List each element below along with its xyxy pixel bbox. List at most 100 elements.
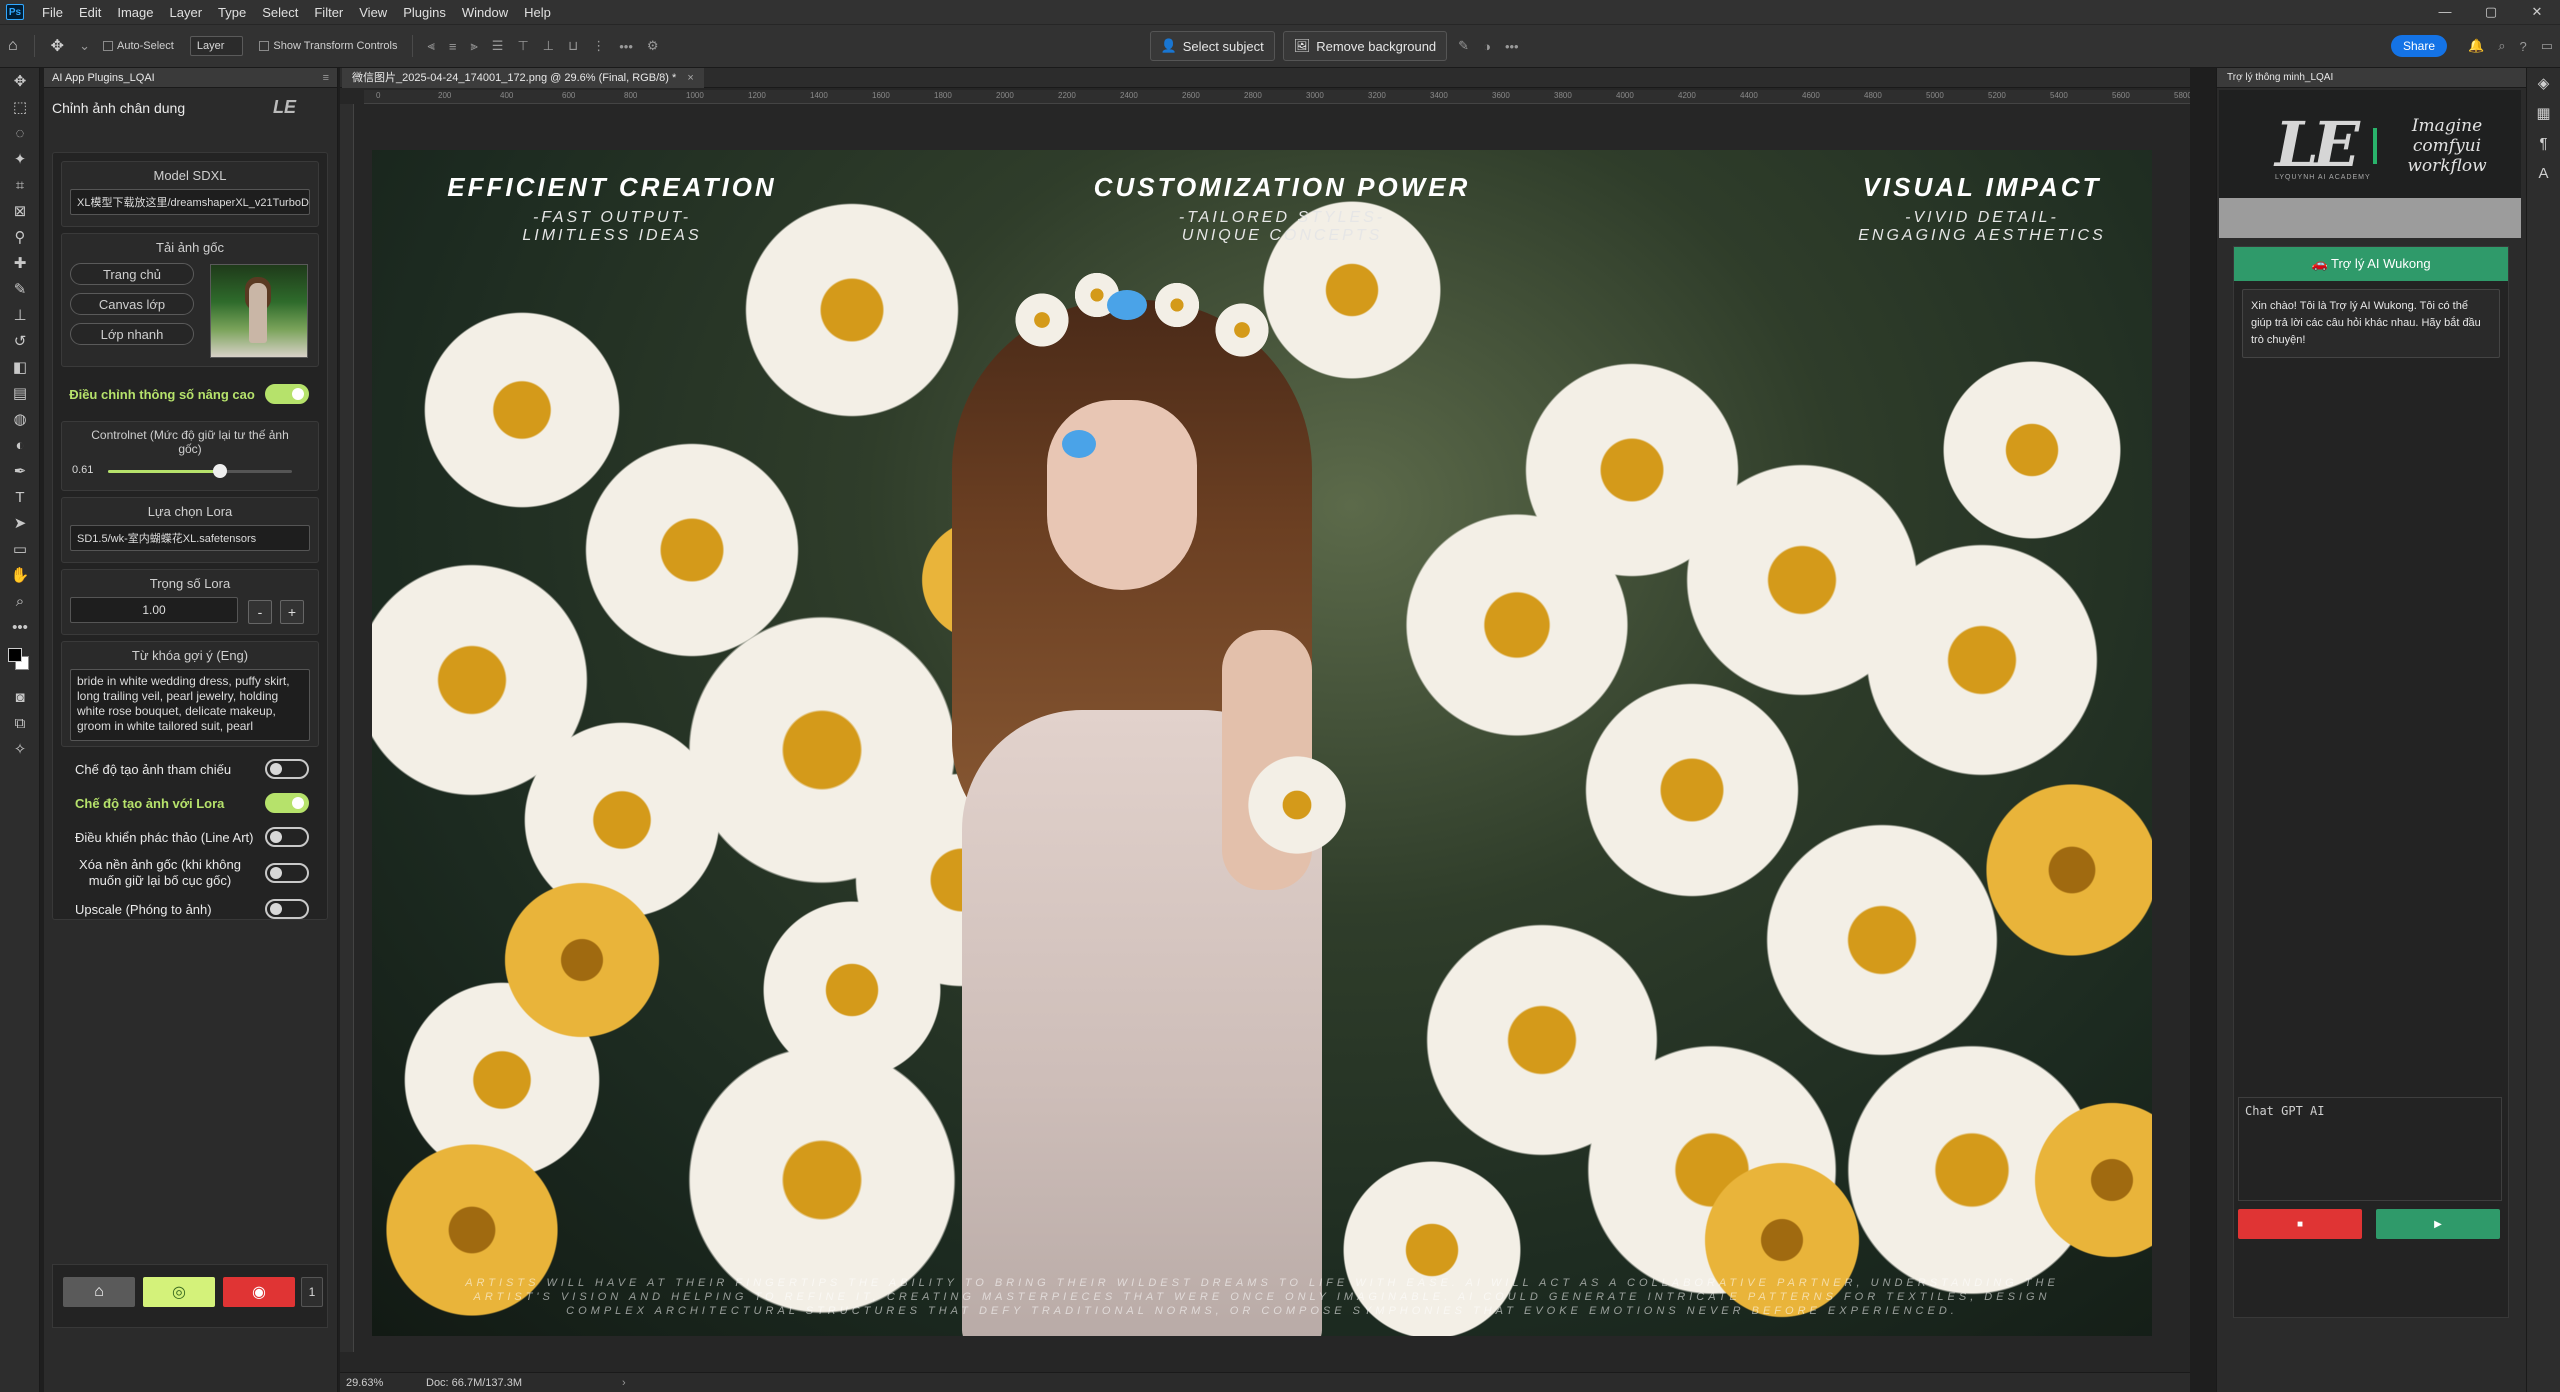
toggle-row-reference[interactable]: Chế độ tạo ảnh tham chiếu — [61, 753, 319, 785]
lora-toggle[interactable] — [265, 793, 309, 813]
chat-stop-button[interactable]: ■ — [2238, 1209, 2362, 1239]
pen-tool-icon[interactable]: ✒ — [0, 458, 40, 484]
foreground-color-swatch[interactable] — [8, 648, 22, 662]
menu-file[interactable]: File — [34, 5, 71, 20]
transform-controls-checkbox[interactable]: Show Transform Controls — [259, 40, 398, 52]
lineart-toggle[interactable] — [265, 827, 309, 847]
eyedropper-tool-icon[interactable]: ⚲ — [0, 224, 40, 250]
chevron-down-icon[interactable]: ⌄ — [79, 38, 90, 54]
share-button[interactable]: Share — [2390, 35, 2447, 57]
maximize-icon[interactable]: ▢ — [2468, 4, 2514, 20]
select-subject-button[interactable]: 👤 Select subject — [1149, 31, 1275, 61]
prompt-textarea[interactable]: bride in white wedding dress, puffy skir… — [70, 669, 310, 741]
menu-plugins[interactable]: Plugins — [395, 5, 454, 20]
align-middle-icon[interactable]: ⊥ — [543, 38, 554, 54]
type-tool-icon[interactable]: T — [0, 484, 40, 510]
align-center-icon[interactable]: ≡ — [449, 39, 457, 54]
vertical-ruler[interactable] — [340, 104, 354, 1352]
blur-tool-icon[interactable]: ◍ — [0, 406, 40, 432]
menu-help[interactable]: Help — [516, 5, 559, 20]
healing-tool-icon[interactable]: ✚ — [0, 250, 40, 276]
quick-mask-icon[interactable]: ◙ — [0, 684, 40, 710]
plugin-tab[interactable]: AI App Plugins_LQAI ≡ — [44, 68, 337, 88]
reference-toggle[interactable] — [265, 759, 309, 779]
move-tool-icon[interactable]: ✥ — [51, 36, 64, 56]
advanced-toggle-row[interactable]: Điều chỉnh thông số nâng cao — [61, 373, 319, 415]
checkbox-box[interactable] — [102, 41, 113, 51]
close-icon[interactable]: × — [687, 72, 693, 84]
lasso-tool-icon[interactable]: ◌ — [0, 120, 40, 146]
gradient-tool-icon[interactable]: ▤ — [0, 380, 40, 406]
chevron-right-icon[interactable]: › — [622, 1377, 626, 1389]
frame-tool-icon[interactable]: ⊠ — [0, 198, 40, 224]
layers-icon[interactable]: ◈ — [2527, 68, 2560, 98]
more-options-icon[interactable]: ••• — [619, 39, 633, 54]
panel-menu-icon[interactable]: ≡ — [323, 72, 329, 84]
color-swatches[interactable] — [0, 640, 39, 684]
generative-icon[interactable]: ✧ — [0, 736, 40, 762]
help-icon[interactable]: ? — [2519, 39, 2526, 54]
shape-tool-icon[interactable]: ▭ — [0, 536, 40, 562]
workspace-icon[interactable]: ▭ — [2541, 38, 2553, 54]
eraser-tool-icon[interactable]: ◧ — [0, 354, 40, 380]
crop-tool-icon[interactable]: ⌗ — [0, 172, 40, 198]
remove-bg-toggle[interactable] — [265, 863, 309, 883]
controlnet-slider[interactable] — [108, 464, 292, 478]
quick-select-tool-icon[interactable]: ✦ — [0, 146, 40, 172]
home-button[interactable]: Trang chủ — [70, 263, 194, 285]
brush-icon[interactable]: ✎ — [1458, 38, 1469, 54]
align-bottom-icon[interactable]: ⊔ — [568, 38, 578, 54]
checkbox-box[interactable] — [259, 41, 270, 51]
lora-weight-input[interactable]: 1.00 — [70, 597, 238, 623]
toggle-row-lora[interactable]: Chế độ tạo ảnh với Lora — [61, 787, 319, 819]
search-icon[interactable]: ⌕ — [2498, 38, 2505, 54]
toggle-row-upscale[interactable]: Upscale (Phóng to ảnh) — [61, 893, 319, 925]
auto-select-checkbox[interactable]: Auto-Select — [102, 40, 174, 52]
more-options-icon[interactable]: ••• — [1505, 39, 1519, 54]
minimize-icon[interactable]: — — [2422, 4, 2468, 20]
batch-count[interactable]: 1 — [301, 1277, 323, 1307]
stop-button[interactable]: ◉ — [223, 1277, 295, 1307]
stamp-tool-icon[interactable]: ⊥ — [0, 302, 40, 328]
menu-layer[interactable]: Layer — [162, 5, 211, 20]
chat-tab[interactable]: Trợ lý thông minh_LQAI — [2217, 68, 2526, 88]
horizontal-ruler[interactable]: 0 200 400 600 800 1000 1200 1400 1600 1800 2000 220… — [364, 90, 2190, 104]
dodge-tool-icon[interactable]: ◐ — [0, 432, 40, 458]
menu-image[interactable]: Image — [109, 5, 161, 20]
zoom-level[interactable]: 29.63% — [346, 1377, 426, 1389]
canvas-image[interactable]: EFFICIENT CREATION -FAST OUTPUT- LIMITLE… — [372, 150, 2152, 1336]
zoom-tool-icon[interactable]: ⌕ — [0, 588, 40, 614]
move-tool-icon[interactable]: ✥ — [0, 68, 40, 94]
menu-window[interactable]: Window — [454, 5, 516, 20]
advanced-toggle[interactable] — [265, 384, 309, 404]
lora-select[interactable]: SD1.5/wk-室内蝴蝶花XL.safetensors — [70, 525, 310, 551]
home-icon[interactable]: ⌂ — [8, 37, 18, 55]
align-top-icon[interactable]: ⊤ — [517, 38, 528, 54]
generate-button[interactable]: ◎ — [143, 1277, 215, 1307]
menu-type[interactable]: Type — [210, 5, 254, 20]
history-brush-icon[interactable]: ↺ — [0, 328, 40, 354]
menu-filter[interactable]: Filter — [306, 5, 351, 20]
chat-send-button[interactable]: ▶ — [2376, 1209, 2500, 1239]
contrast-icon[interactable]: ◑ — [1483, 39, 1491, 54]
distribute-icon[interactable]: ☰ — [492, 38, 504, 54]
bell-icon[interactable]: 🔔 — [2468, 38, 2484, 54]
paragraph-icon[interactable]: ¶ — [2527, 128, 2560, 158]
document-tab[interactable]: 微信图片_2025-04-24_174001_172.png @ 29.6% (… — [342, 68, 704, 88]
lora-weight-minus-button[interactable]: - — [248, 600, 272, 624]
gear-icon[interactable]: ⚙ — [647, 38, 659, 54]
character-icon[interactable]: A — [2527, 158, 2560, 188]
menu-edit[interactable]: Edit — [71, 5, 109, 20]
remove-background-button[interactable]: 🖼 Remove background — [1282, 31, 1448, 61]
quick-layer-button[interactable]: Lớp nhanh — [70, 323, 194, 345]
slider-handle[interactable] — [213, 464, 228, 478]
lora-weight-plus-button[interactable]: + — [280, 600, 304, 624]
libraries-icon[interactable]: ▦ — [2527, 98, 2560, 128]
menu-select[interactable]: Select — [254, 5, 306, 20]
align-right-icon[interactable]: ⫸ — [470, 38, 477, 54]
chat-input[interactable]: Chat GPT AI — [2238, 1097, 2502, 1201]
home-button[interactable]: ⌂ — [63, 1277, 135, 1307]
upscale-toggle[interactable] — [265, 899, 309, 919]
toggle-row-remove-bg[interactable]: Xóa nền ảnh gốc (khi không muốn giữ lại … — [61, 853, 319, 893]
canvas-layer-button[interactable]: Canvas lớp — [70, 293, 194, 315]
